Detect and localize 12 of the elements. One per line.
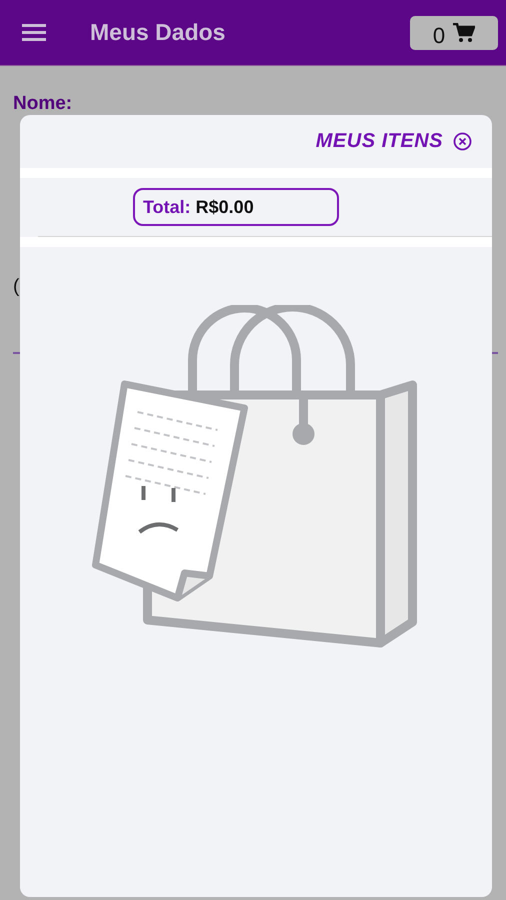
total-label: Total:	[143, 196, 191, 218]
menu-icon	[22, 24, 46, 41]
total-value: R$0.00	[196, 196, 254, 218]
close-button[interactable]	[453, 132, 472, 151]
cart-button[interactable]: 0	[410, 16, 498, 50]
page-title: Meus Dados	[90, 19, 226, 46]
field-value: (	[13, 275, 20, 299]
field-label: Nome:	[13, 92, 72, 116]
cart-icon	[453, 22, 476, 42]
dialog-title: MEUS ITENS	[316, 130, 443, 153]
close-icon	[453, 132, 472, 151]
menu-button[interactable]	[22, 22, 48, 42]
